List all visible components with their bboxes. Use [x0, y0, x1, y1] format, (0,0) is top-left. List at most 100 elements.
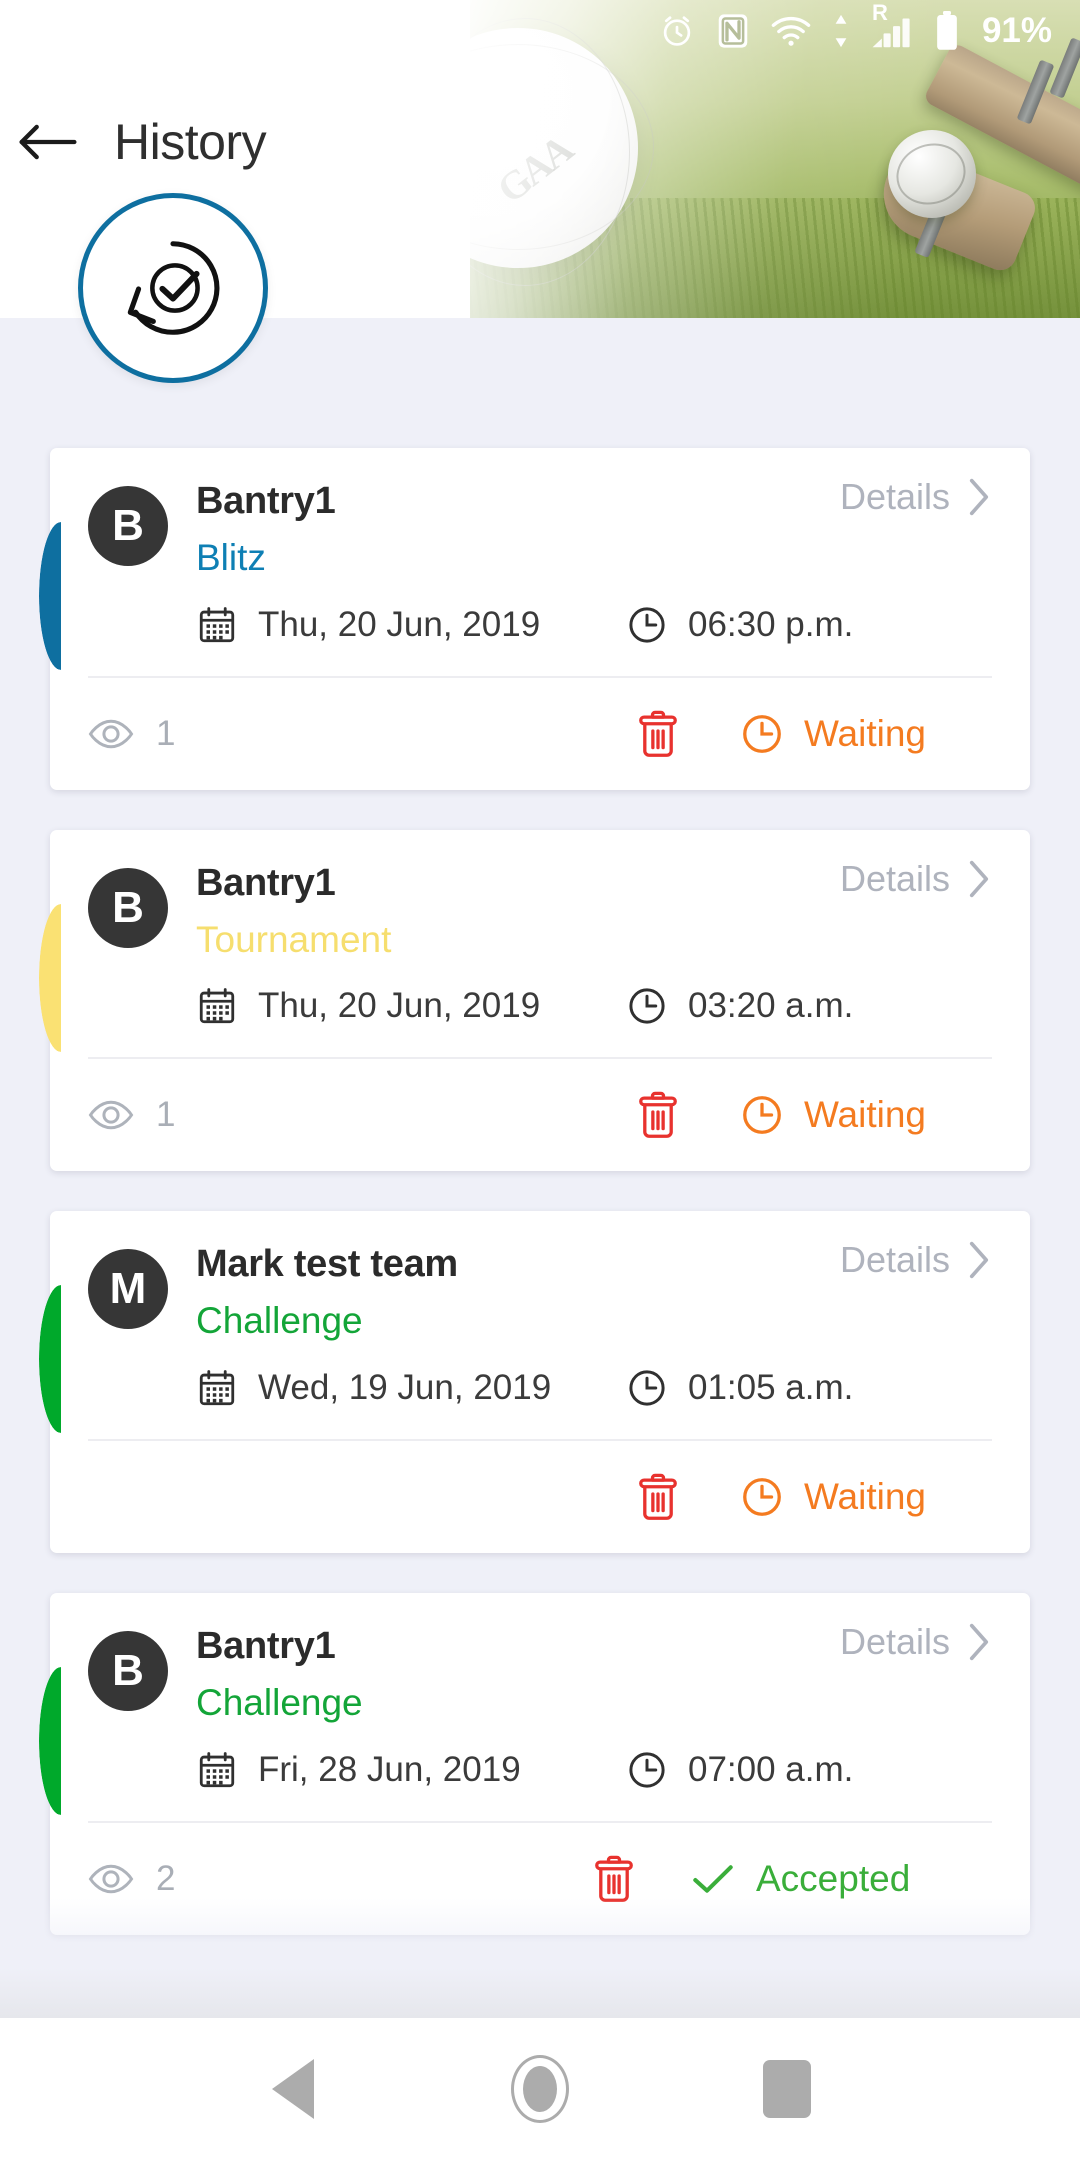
date-text: Fri, 28 Jun, 2019	[258, 1749, 521, 1789]
date-field: Wed, 19 Jun, 2019	[196, 1367, 626, 1409]
views-counter: 1	[88, 714, 175, 754]
avatar: B	[88, 867, 168, 948]
nav-back-button[interactable]	[233, 2029, 353, 2149]
history-card[interactable]: B Bantry1 Challenge Details Fri, 28 Jun,…	[39, 1593, 1030, 1935]
details-label: Details	[839, 476, 950, 517]
delete-button[interactable]	[628, 1081, 688, 1149]
history-list[interactable]: B Bantry1 Blitz Details Thu, 20 Jun, 201…	[0, 318, 1080, 2018]
avatar: M	[88, 1249, 168, 1330]
history-check-icon	[127, 241, 220, 335]
status-bar: R 91%	[0, 0, 1080, 62]
back-triangle-icon	[272, 2059, 315, 2119]
match-type: Challenge	[196, 1682, 363, 1724]
calendar-icon	[199, 1370, 235, 1406]
match-type: Tournament	[196, 918, 392, 960]
title-bar: History	[0, 96, 700, 188]
back-button[interactable]	[0, 96, 96, 188]
time-field: 03:20 a.m.	[626, 985, 853, 1027]
home-circle-icon	[510, 2055, 569, 2123]
nfc-icon	[716, 12, 750, 50]
details-label: Details	[839, 1239, 950, 1281]
status-badge: Waiting	[740, 1093, 990, 1137]
card-header-row: B Bantry1 Challenge Details	[88, 1621, 992, 1724]
trash-icon	[639, 1473, 677, 1521]
card-footer: Waiting	[50, 1441, 1030, 1553]
delete-button[interactable]	[628, 700, 688, 768]
status-text: Waiting	[804, 1476, 927, 1518]
nav-home-button[interactable]	[480, 2029, 600, 2149]
clock-icon	[743, 1478, 781, 1517]
eye-icon	[88, 719, 134, 748]
card-footer: 1 Waiting	[50, 678, 1030, 790]
details-link[interactable]: Details	[840, 476, 992, 518]
card-header-row: M Mark test team Challenge Details	[88, 1239, 992, 1342]
roaming-icon: R	[871, 0, 888, 25]
details-label: Details	[839, 1621, 950, 1663]
status-badge: Waiting	[740, 1475, 990, 1519]
phone-screen: 5 GAA	[0, 0, 1080, 2160]
details-link[interactable]: Details	[840, 1239, 992, 1281]
nav-recents-button[interactable]	[727, 2029, 847, 2149]
views-counter: 2	[88, 1859, 175, 1899]
chevron-right-icon	[969, 478, 989, 516]
alarm-icon	[658, 12, 696, 50]
history-badge	[78, 193, 268, 383]
card-meta-row: Wed, 19 Jun, 2019 01:05 a.m.	[196, 1367, 992, 1409]
date-field: Thu, 20 Jun, 2019	[196, 985, 626, 1027]
chevron-right-icon	[969, 1624, 989, 1661]
wifi-icon	[770, 15, 812, 47]
card-header-row: B Bantry1 Tournament Details	[88, 858, 992, 960]
time-field: 06:30 p.m.	[626, 604, 853, 646]
battery-percent-label: 91%	[981, 11, 1052, 50]
time-text: 06:30 p.m.	[688, 604, 854, 644]
history-card[interactable]: B Bantry1 Tournament Details Thu, 20 Jun…	[39, 829, 1030, 1172]
views-count: 1	[156, 1095, 176, 1135]
details-label: Details	[839, 857, 950, 899]
card-footer: 1 Waiting	[50, 1059, 1030, 1171]
views-count: 2	[156, 1858, 176, 1898]
clock-icon	[629, 1752, 665, 1788]
time-field: 01:05 a.m.	[626, 1367, 853, 1409]
date-text: Wed, 19 Jun, 2019	[258, 1368, 552, 1408]
calendar-icon	[199, 606, 235, 642]
status-badge: Waiting	[740, 712, 990, 756]
details-link[interactable]: Details	[840, 858, 992, 900]
match-type: Blitz	[196, 536, 266, 578]
history-card-partial[interactable]	[50, 1974, 1030, 2018]
card-meta-row: Fri, 28 Jun, 2019 07:00 a.m.	[196, 1749, 992, 1791]
card-header-row: B Bantry1 Blitz Details	[88, 476, 992, 578]
delete-button[interactable]	[628, 1463, 688, 1531]
eye-icon	[88, 1864, 134, 1894]
status-text: Waiting	[804, 1094, 927, 1136]
date-text: Thu, 20 Jun, 2019	[258, 986, 541, 1026]
match-type: Challenge	[196, 1300, 363, 1342]
details-link[interactable]: Details	[840, 1621, 992, 1663]
calendar-icon	[199, 1752, 235, 1788]
eye-icon	[88, 1101, 134, 1130]
delete-button[interactable]	[584, 1845, 644, 1913]
avatar: B	[88, 1631, 168, 1712]
trash-icon	[639, 1092, 677, 1139]
clock-icon	[629, 988, 665, 1025]
page-title: History	[114, 114, 267, 170]
android-navigation-bar	[0, 2018, 1080, 2160]
status-text: Accepted	[756, 1857, 911, 1899]
status-text: Waiting	[804, 712, 927, 754]
chevron-right-icon	[969, 860, 989, 897]
time-text: 01:05 a.m.	[688, 1368, 854, 1408]
date-field: Thu, 20 Jun, 2019	[196, 604, 626, 646]
battery-icon	[934, 11, 960, 51]
time-text: 07:00 a.m.	[688, 1749, 854, 1789]
views-counter: 1	[88, 1095, 175, 1135]
card-meta-row: Thu, 20 Jun, 2019 03:20 a.m.	[196, 985, 992, 1027]
date-field: Fri, 28 Jun, 2019	[196, 1749, 626, 1791]
history-card[interactable]: M Mark test team Challenge Details Wed, …	[39, 1211, 1030, 1554]
clock-icon	[743, 1096, 781, 1135]
card-body: B Bantry1 Blitz Details Thu, 20 Jun, 201…	[50, 448, 1030, 676]
history-card[interactable]: B Bantry1 Blitz Details Thu, 20 Jun, 201…	[39, 448, 1030, 790]
data-transfer-icon	[832, 12, 850, 50]
trash-icon	[639, 710, 677, 757]
trash-icon	[595, 1855, 633, 1902]
card-body: B Bantry1 Challenge Details Fri, 28 Jun,…	[50, 1593, 1030, 1821]
status-badge: Accepted	[690, 1858, 990, 1900]
